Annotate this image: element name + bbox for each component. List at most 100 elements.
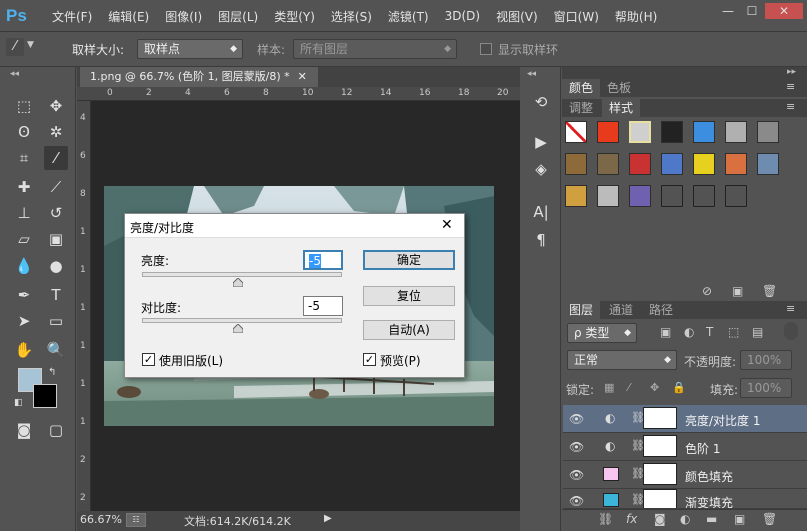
color-panel-menu-icon[interactable]: ≡ bbox=[786, 80, 795, 93]
contrast-input[interactable]: -5 bbox=[303, 296, 343, 316]
contrast-slider-thumb[interactable] bbox=[232, 322, 244, 334]
status-options-icon[interactable]: ☷ bbox=[126, 513, 146, 527]
preview-checkbox[interactable]: ✓ bbox=[363, 353, 376, 366]
quick-mask-icon[interactable]: ◙ bbox=[12, 418, 36, 442]
layer-mask-thumbnail[interactable] bbox=[643, 407, 677, 429]
style-swatch[interactable] bbox=[629, 121, 651, 143]
clear-style-icon[interactable]: ⊘ bbox=[702, 284, 712, 298]
tab-swatches[interactable]: 色板 bbox=[600, 79, 638, 97]
layer-name[interactable]: 渐变填充 bbox=[685, 494, 733, 508]
style-swatch[interactable] bbox=[693, 121, 715, 143]
tab-paths[interactable]: 路径 bbox=[642, 301, 680, 319]
style-swatch[interactable] bbox=[757, 121, 779, 143]
collapse-panels-icon[interactable]: ▸▸ bbox=[787, 67, 796, 77]
3d-panel-icon[interactable]: ◈ bbox=[529, 157, 553, 181]
layer-row[interactable]: 👁 ⛓ 渐变填充 bbox=[563, 489, 807, 509]
new-layer-icon[interactable]: ▣ bbox=[734, 512, 745, 526]
eraser-tool-icon[interactable]: ▱ bbox=[12, 227, 36, 251]
pen-tool-icon[interactable]: ✒ bbox=[12, 283, 36, 307]
reset-button[interactable]: 复位 bbox=[363, 286, 455, 306]
hand-tool-icon[interactable]: ✋ bbox=[12, 338, 36, 362]
gradient-tool-icon[interactable]: ▣ bbox=[44, 227, 68, 251]
status-menu-arrow-icon[interactable]: ▶ bbox=[324, 513, 332, 524]
menu-item[interactable]: 帮助(H) bbox=[607, 8, 665, 25]
layer-style-icon[interactable]: fx bbox=[626, 512, 637, 526]
filter-toggle[interactable] bbox=[784, 322, 798, 340]
menu-item[interactable]: 图层(L) bbox=[210, 8, 266, 25]
menu-item[interactable]: 滤镜(T) bbox=[380, 8, 437, 25]
fill-color-thumbnail[interactable] bbox=[603, 467, 619, 481]
filter-smart-object-icon[interactable]: ▤ bbox=[752, 325, 763, 339]
delete-style-icon[interactable]: 🗑 bbox=[762, 284, 777, 298]
crop-tool-icon[interactable]: ⌗ bbox=[12, 146, 36, 170]
legacy-label[interactable]: 使用旧版(L) bbox=[159, 352, 223, 369]
screen-mode-icon[interactable]: ▢ bbox=[44, 418, 68, 442]
style-swatch[interactable] bbox=[725, 153, 747, 175]
delete-layer-icon[interactable]: 🗑 bbox=[762, 512, 777, 526]
style-swatch[interactable] bbox=[661, 121, 683, 143]
styles-panel-menu-icon[interactable]: ≡ bbox=[786, 100, 795, 113]
layer-name[interactable]: 颜色填充 bbox=[685, 468, 733, 485]
brightness-slider-thumb[interactable] bbox=[232, 276, 244, 288]
path-selection-tool-icon[interactable]: ➤ bbox=[12, 309, 36, 333]
menu-item[interactable]: 选择(S) bbox=[323, 8, 380, 25]
menu-item[interactable]: 文件(F) bbox=[44, 8, 100, 25]
swap-colors-icon[interactable]: ↰ bbox=[48, 367, 56, 378]
dialog-close-icon[interactable]: ✕ bbox=[441, 217, 453, 233]
layer-mask-thumbnail[interactable] bbox=[643, 435, 677, 457]
layers-panel-menu-icon[interactable]: ≡ bbox=[786, 302, 795, 315]
lock-image-icon[interactable]: ⁄ bbox=[628, 381, 630, 394]
style-swatch[interactable] bbox=[597, 185, 619, 207]
style-swatch[interactable] bbox=[661, 185, 683, 207]
legacy-checkbox[interactable]: ✓ bbox=[142, 353, 155, 366]
auto-button[interactable]: 自动(A) bbox=[363, 320, 455, 340]
clone-stamp-tool-icon[interactable]: ⊥ bbox=[12, 201, 36, 225]
style-swatch[interactable] bbox=[629, 153, 651, 175]
tab-layers[interactable]: 图层 bbox=[562, 301, 601, 319]
ok-button[interactable]: 确定 bbox=[363, 250, 455, 270]
new-group-icon[interactable]: ▬ bbox=[706, 512, 717, 526]
default-colors-icon[interactable]: ◧ bbox=[14, 398, 23, 408]
move-tool-icon[interactable]: ✥ bbox=[44, 94, 68, 118]
opacity-input[interactable]: 100% bbox=[740, 350, 792, 370]
layer-row[interactable]: 👁 ◐ ⛓ 色阶 1 bbox=[563, 433, 807, 461]
style-swatch[interactable] bbox=[725, 185, 747, 207]
layer-row[interactable]: 👁 ⛓ 颜色填充 bbox=[563, 461, 807, 489]
style-swatch[interactable] bbox=[565, 121, 587, 143]
preview-label[interactable]: 预览(P) bbox=[380, 352, 421, 369]
blend-mode-select[interactable]: 正常 ◆ bbox=[567, 350, 677, 370]
filter-adjustment-icon[interactable]: ◐ bbox=[684, 325, 694, 339]
style-swatch[interactable] bbox=[693, 185, 715, 207]
filter-shape-icon[interactable]: ⬚ bbox=[728, 325, 739, 339]
link-layers-icon[interactable]: ⛓ bbox=[598, 512, 613, 526]
dialog-title-bar[interactable]: 亮度/对比度 ✕ bbox=[125, 214, 464, 238]
menu-item[interactable]: 窗口(W) bbox=[546, 8, 607, 25]
rectangle-tool-icon[interactable]: ▭ bbox=[44, 309, 68, 333]
eyedropper-tool-preset-icon[interactable]: ⁄ bbox=[6, 38, 24, 56]
dodge-tool-icon[interactable]: ● bbox=[44, 254, 68, 278]
style-swatch[interactable] bbox=[629, 185, 651, 207]
zoom-level[interactable]: 66.67% bbox=[80, 513, 122, 526]
style-swatch[interactable] bbox=[597, 121, 619, 143]
layer-name[interactable]: 亮度/对比度 1 bbox=[685, 412, 761, 429]
menu-item[interactable]: 3D(D) bbox=[437, 9, 488, 23]
tab-styles[interactable]: 样式 bbox=[602, 99, 641, 117]
layer-name[interactable]: 色阶 1 bbox=[685, 440, 720, 457]
add-mask-icon[interactable]: ◙ bbox=[654, 512, 666, 526]
fill-input[interactable]: 100% bbox=[740, 378, 792, 398]
show-ring-checkbox[interactable] bbox=[480, 43, 492, 55]
filter-pixel-icon[interactable]: ▣ bbox=[660, 325, 671, 339]
sample-layers-select[interactable]: 所有图层 ◆ bbox=[293, 39, 457, 59]
paragraph-panel-icon[interactable]: ¶ bbox=[529, 228, 553, 252]
menu-item[interactable]: 编辑(E) bbox=[100, 8, 157, 25]
brush-tool-icon[interactable]: ⟋ bbox=[44, 175, 68, 199]
magic-wand-tool-icon[interactable]: ✲ bbox=[44, 120, 68, 144]
menu-item[interactable]: 视图(V) bbox=[488, 8, 546, 25]
style-swatch[interactable] bbox=[693, 153, 715, 175]
style-swatch[interactable] bbox=[661, 153, 683, 175]
layer-row[interactable]: 👁 ◐ ⛓ 亮度/对比度 1 bbox=[563, 405, 807, 433]
new-adjustment-icon[interactable]: ◐ bbox=[680, 512, 690, 526]
gradient-thumbnail[interactable] bbox=[603, 493, 619, 507]
character-panel-icon[interactable]: A| bbox=[529, 200, 553, 224]
document-tab[interactable]: 1.png @ 66.7% (色阶 1, 图层蒙版/8) * ✕ bbox=[80, 67, 318, 87]
